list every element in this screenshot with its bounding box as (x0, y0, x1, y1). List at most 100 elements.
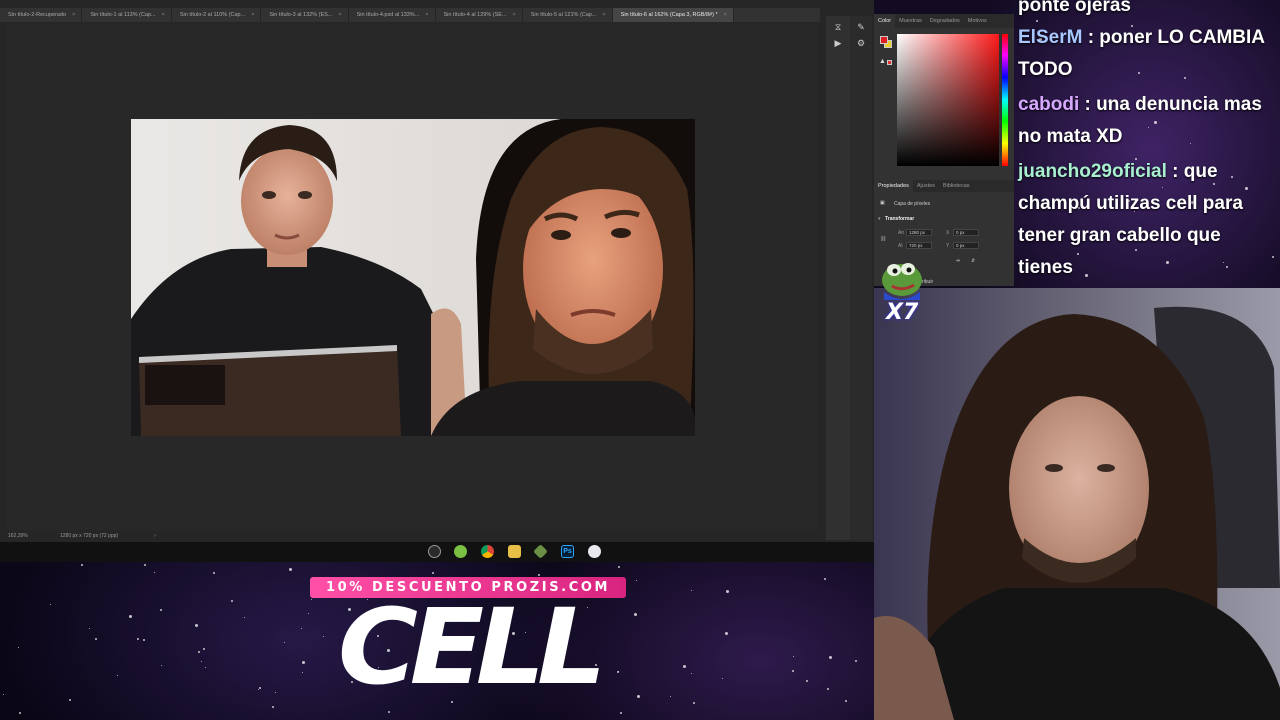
chrome-icon[interactable] (481, 545, 494, 558)
close-icon[interactable]: × (602, 8, 605, 22)
document-tab-label: Sin título-6 al 162% (Capa 3, RGB/8#) * (620, 12, 718, 18)
document-tab-label: Sin título-4 al 129% (SE... (443, 12, 507, 18)
close-icon[interactable]: × (425, 8, 428, 22)
section-chevron-icon[interactable]: ▾ (878, 216, 881, 222)
tab-properties[interactable]: Propiedades (874, 180, 913, 192)
pixel-layer-icon: ▣ (880, 200, 885, 206)
star (619, 712, 622, 715)
height-field[interactable]: 720 px (906, 242, 932, 249)
star (213, 571, 215, 574)
star (128, 614, 132, 618)
status-bar: 162,39% 1280 px x 720 px (72 ppp) › (0, 530, 820, 542)
document-tab[interactable]: Sin título-4.psd al 133%... × (349, 8, 436, 22)
document-tab-label: Sin título-1 al 113% (Cap... (90, 12, 156, 18)
android-icon[interactable] (454, 545, 467, 558)
width-field[interactable]: 1280 px (906, 229, 932, 236)
tab-swatches[interactable]: Muestras (895, 14, 926, 28)
star (143, 564, 146, 567)
document-tab-label: Sin título-3 al 132% (ES... (269, 12, 333, 18)
flip-vertical-icon[interactable]: ⇵ (971, 258, 975, 264)
webcam-feed (874, 288, 1280, 720)
document-tab[interactable]: Sin título-6 al 162% (Capa 3, RGB/8#) * × (612, 8, 734, 22)
close-icon[interactable]: × (338, 8, 341, 22)
height-label: Al (898, 243, 903, 249)
right-panels: Color Muestras Degradados Motivos ▲ Prop… (874, 14, 1014, 286)
close-icon[interactable]: × (513, 8, 516, 22)
close-icon[interactable]: × (72, 8, 75, 22)
star (275, 691, 276, 693)
color-panel-tabs: Color Muestras Degradados Motivos (874, 14, 1014, 28)
star (2, 693, 4, 695)
chat-overlay: ponte ojeras ElSerM : poner LO CAMBIA TO… (1014, 0, 1280, 288)
clock-icon[interactable] (428, 545, 441, 558)
close-icon[interactable]: × (251, 8, 254, 22)
layer-type-label: Capa de píxeles (894, 201, 931, 207)
close-icon[interactable]: × (724, 8, 727, 22)
history-icon[interactable]: ⧖ (832, 22, 844, 32)
gamut-swatch[interactable] (887, 60, 892, 65)
status-arrow-icon[interactable]: › (154, 530, 156, 542)
tab-libraries[interactable]: Bibliotecas (939, 180, 974, 192)
brand-name: CELL (337, 586, 607, 708)
document-tab[interactable]: Sin título-3 al 132% (ES... × (261, 8, 349, 22)
close-icon[interactable]: × (162, 8, 165, 22)
star (690, 672, 692, 674)
tab-color[interactable]: Color (874, 14, 896, 28)
adjust-icon[interactable]: ⚙ (855, 38, 867, 48)
folder-icon[interactable] (508, 545, 521, 558)
y-field[interactable]: 0 px (953, 242, 979, 249)
star (142, 638, 145, 641)
collapsed-panel-strip-2: ✎ ⚙ (850, 16, 872, 540)
properties-panel-tabs: Propiedades Ajustes Bibliotecas (874, 180, 1014, 192)
chat-username[interactable]: cabodi (1018, 94, 1079, 115)
star (826, 687, 829, 690)
chat-message: ElSerM : poner LO CAMBIA TODO (1018, 22, 1280, 86)
streamer-image (874, 288, 1280, 720)
foreground-color-swatch[interactable] (880, 36, 888, 44)
star (724, 631, 728, 635)
chat-username[interactable]: juancho29oficial (1018, 161, 1167, 182)
play-action-icon[interactable]: ▶ (832, 38, 844, 48)
photoshop-icon[interactable]: Ps (561, 545, 574, 558)
transform-section-title: Transformar (885, 216, 915, 222)
document-tab-label: Sin título-2 al 110% (Cap... (179, 12, 246, 18)
document-tab[interactable]: Sin título-5 al 121% (Cap... × (523, 8, 613, 22)
tab-gradients[interactable]: Degradados (926, 14, 964, 28)
document-canvas[interactable] (131, 119, 695, 436)
document-tab[interactable]: Sin título-1 al 113% (Cap... × (82, 8, 172, 22)
x-field[interactable]: 0 px (953, 229, 979, 236)
emote-count: X7 (886, 300, 919, 325)
color-picker-field[interactable] (897, 34, 999, 166)
chat-message: juancho29oficial : que champú utilizas c… (1018, 156, 1280, 284)
document-tab[interactable]: Sin título-2-Recuperado × (0, 8, 83, 22)
document-tab[interactable]: Sin título-4 al 129% (SE... × (436, 8, 523, 22)
star (431, 572, 434, 574)
link-icon[interactable]: ⛓ (880, 236, 886, 242)
photoshop-window: Sin título-2-Recuperado × Sin título-1 al … (0, 0, 1014, 562)
hue-slider[interactable] (1002, 34, 1008, 166)
width-label: An (898, 230, 905, 236)
chat-text: ponte ojeras (1018, 0, 1131, 16)
brush-settings-icon[interactable]: ✎ (855, 22, 867, 32)
star (200, 660, 202, 662)
chat-username[interactable]: ElSerM (1018, 27, 1082, 48)
thumbnail-image (131, 119, 695, 436)
star (89, 627, 91, 629)
tab-patterns[interactable]: Motivos (964, 14, 991, 28)
document-tabbar: Sin título-2-Recuperado × Sin título-1 al … (0, 8, 820, 22)
tab-adjustments[interactable]: Ajustes (913, 180, 939, 192)
collapsed-panel-strip: ⧖ ▶ (826, 16, 850, 540)
star (537, 573, 540, 576)
zoom-readout[interactable]: 162,39% (8, 530, 28, 542)
star (153, 571, 155, 573)
document-size-readout: 1280 px x 720 px (72 ppp) (60, 533, 119, 539)
gamut-warning-icon: ▲ (879, 58, 886, 65)
app-icon[interactable] (588, 545, 601, 558)
flip-horizontal-icon[interactable]: ⇹ (956, 258, 960, 264)
canvas-area[interactable] (6, 24, 818, 530)
document-tab-label: Sin título-4.psd al 133%... (356, 12, 420, 18)
chat-message: cabodi : una denuncia mas no mata XD (1018, 89, 1280, 153)
chat-message: ponte ojeras (1018, 0, 1280, 22)
document-tab[interactable]: Sin título-2 al 110% (Cap... × (172, 8, 262, 22)
star (18, 711, 21, 714)
